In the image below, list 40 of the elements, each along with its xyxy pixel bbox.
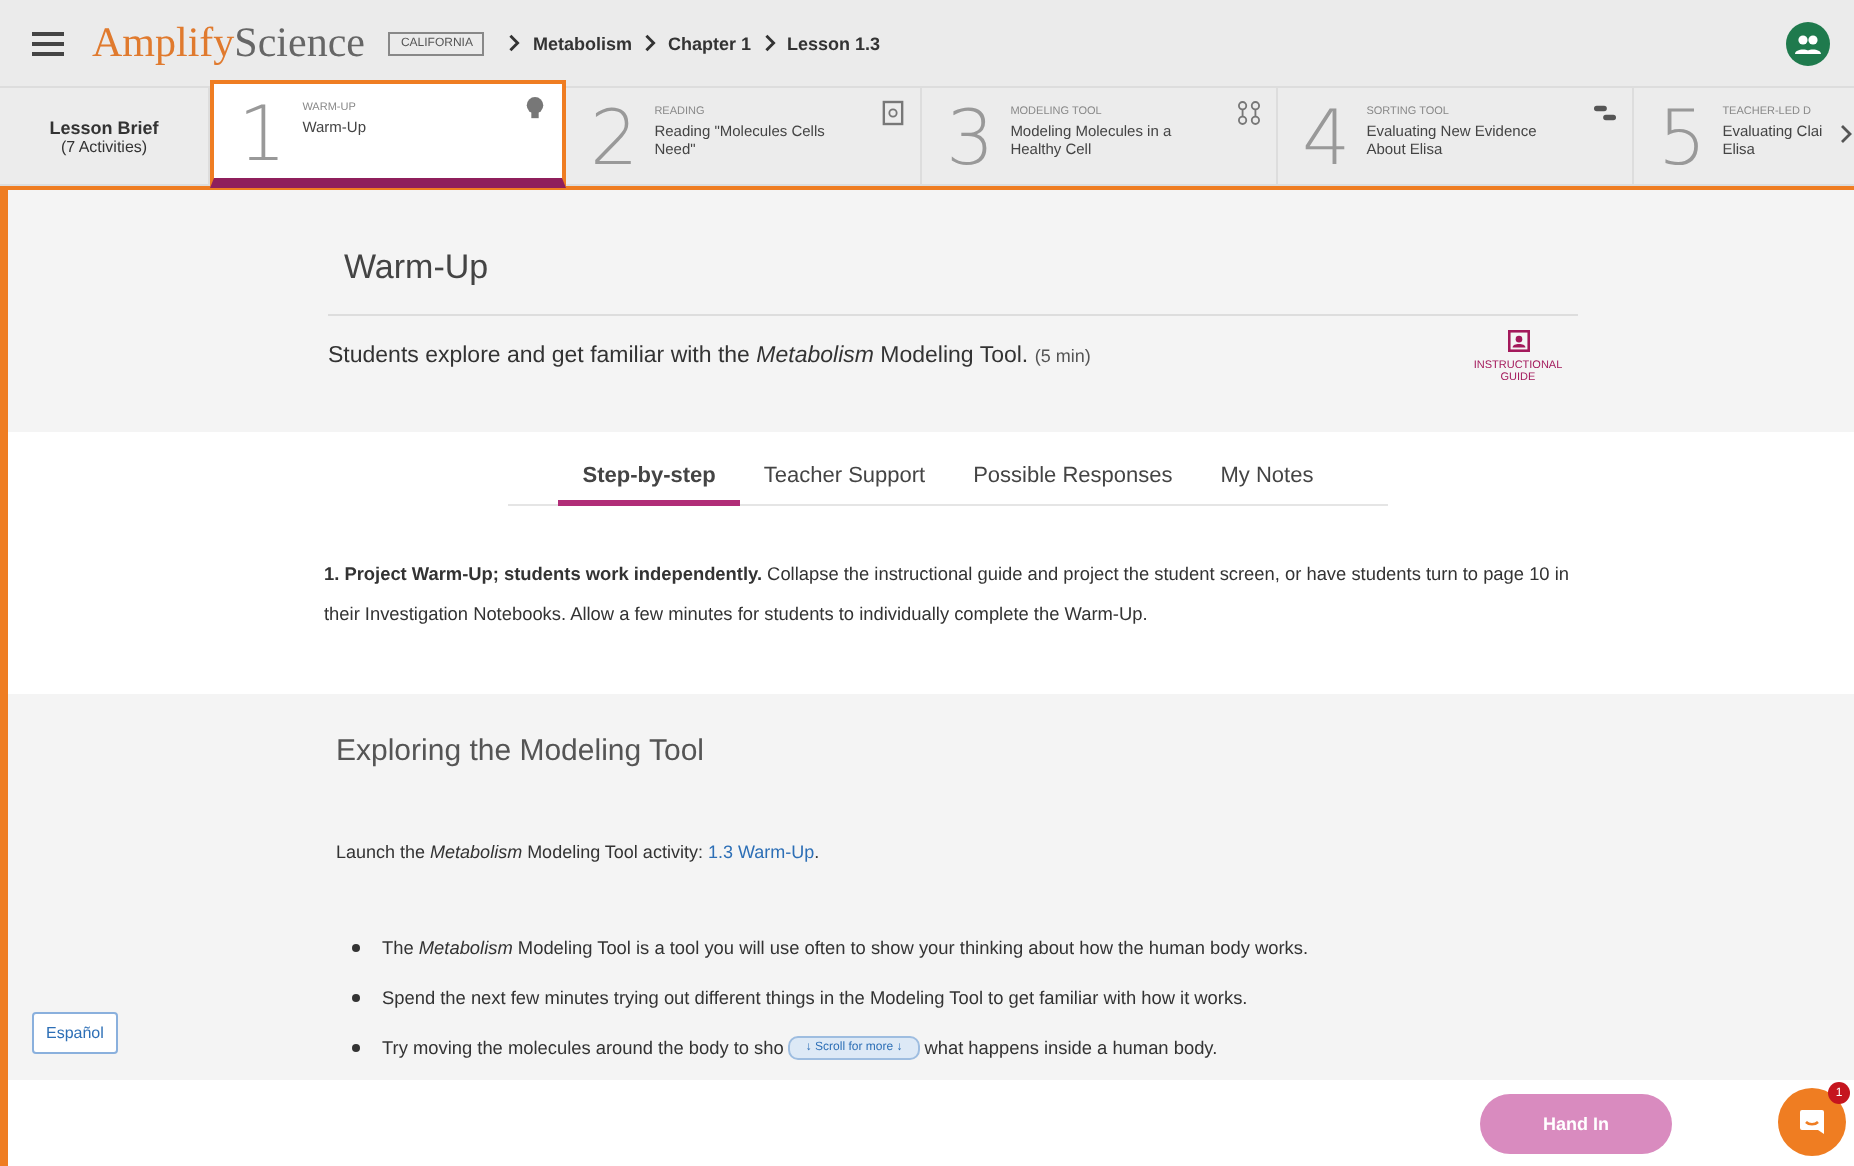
breadcrumb-link[interactable]: Lesson 1.3 bbox=[787, 33, 881, 53]
breadcrumb-link[interactable]: Metabolism bbox=[532, 33, 632, 53]
menu-icon[interactable] bbox=[32, 31, 64, 55]
document-icon bbox=[882, 100, 904, 126]
person-icon bbox=[1507, 330, 1529, 352]
chat-bubble-icon bbox=[1796, 1106, 1828, 1138]
activity-number: 1 bbox=[238, 96, 287, 172]
nodes-icon bbox=[1238, 100, 1260, 126]
bullet-icon bbox=[352, 1043, 360, 1051]
bullet-icon bbox=[352, 993, 360, 1001]
people-icon[interactable] bbox=[1786, 21, 1830, 65]
guide-tab[interactable]: Teacher Support bbox=[739, 452, 950, 506]
breadcrumb-link[interactable]: Chapter 1 bbox=[668, 33, 752, 53]
guide-tab[interactable]: My Notes bbox=[1196, 452, 1338, 506]
activity-number: 5 bbox=[1658, 100, 1707, 176]
guide-tab[interactable]: Step-by-step bbox=[558, 452, 740, 506]
chevron-right-icon[interactable] bbox=[1840, 124, 1852, 144]
launch-text: Launch the Metabolism Modeling Tool activity: bbox=[336, 842, 703, 862]
activity-number: 3 bbox=[946, 100, 995, 176]
activity-number: 2 bbox=[590, 100, 639, 176]
logo[interactable]: AmplifyScience bbox=[92, 18, 365, 68]
lightbulb-icon bbox=[524, 96, 546, 122]
sort-icon bbox=[1594, 100, 1616, 126]
section-heading: Exploring the Modeling Tool bbox=[336, 734, 707, 768]
bullet-icon bbox=[352, 943, 360, 951]
bullet-text: what happens inside a human body. bbox=[924, 1037, 1218, 1057]
bullet-text: Try moving the molecules around the body to sho bbox=[382, 1037, 784, 1057]
activity-heading: Warm-Up bbox=[328, 238, 1578, 316]
guide-instructions: 1. Project Warm-Up; students work independently. Collapse the instructional guide and project the student screen, or have students turn to page 10 in their Investigation Notebooks. Allow a few minutes for students to individually complete the Warm-Up. bbox=[324, 562, 1571, 628]
guide-tab[interactable]: Possible Responses bbox=[949, 452, 1197, 506]
activity-summary: Students explore and get familiar with the Metabolism Modeling Tool. (5 min) bbox=[328, 344, 1091, 368]
bullet-text: The Metabolism Modeling Tool is a tool you will use often to show your thinking about how the human body works. bbox=[382, 937, 1309, 957]
activity-number: 4 bbox=[1302, 100, 1351, 176]
bullet-text: Spend the next few minutes trying out different things in the Modeling Tool to get familiar with how it works. bbox=[382, 987, 1248, 1007]
chevron-icon bbox=[508, 34, 521, 52]
chevron-icon bbox=[644, 34, 656, 52]
activity-link[interactable]: 1.3 Warm-Up bbox=[707, 842, 815, 862]
chevron-icon bbox=[763, 34, 776, 52]
period-text: . bbox=[814, 842, 820, 862]
language-button[interactable]: Español bbox=[32, 1012, 118, 1054]
